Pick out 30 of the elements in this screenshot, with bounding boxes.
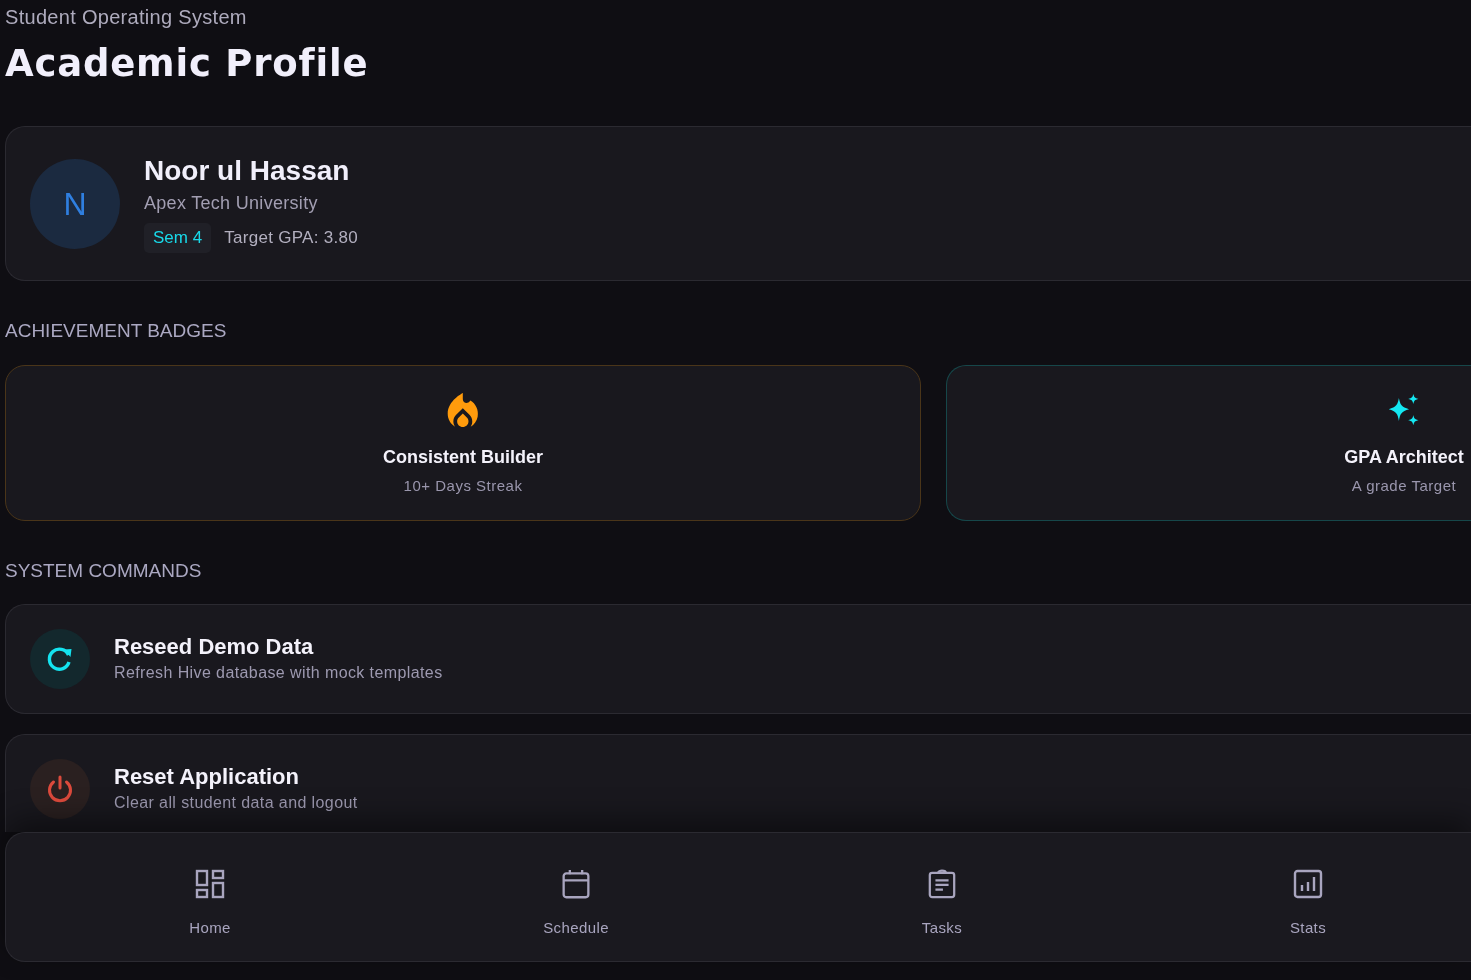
badge-description: A grade Target: [1351, 476, 1457, 496]
bar-chart-icon: [1293, 869, 1323, 899]
student-name: Noor ul Hassan: [144, 154, 351, 187]
badge-title: Consistent Builder: [383, 446, 543, 469]
command-title: Reset Application: [114, 764, 300, 790]
app-subtitle: Student Operating System: [5, 5, 248, 30]
avatar-circle: N: [30, 158, 120, 249]
calendar-icon: [561, 869, 591, 899]
section-heading: SYSTEM COMMANDS: [5, 559, 203, 583]
refresh-icon: [30, 629, 90, 689]
badge-description: 10+ Days Streak: [403, 476, 523, 496]
nav-tab[interactable]: Home: [183, 833, 237, 938]
dashboard-icon: [195, 869, 225, 899]
command-title: Reseed Demo Data: [114, 634, 315, 660]
university-name: Apex Tech University: [144, 191, 319, 215]
nav-tab[interactable]: Tasks: [915, 833, 969, 938]
flame-icon: [446, 393, 480, 427]
badge-title: GPA Architect: [1344, 446, 1464, 469]
section-heading: ACHIEVEMENT BADGES: [5, 319, 228, 343]
power-icon: [30, 759, 90, 819]
nav-tab[interactable]: Schedule: [537, 833, 615, 938]
page-title: Academic Profile: [5, 41, 370, 87]
command-card[interactable]: Reseed Demo Data Refresh Hive database with mock templates: [5, 604, 1471, 714]
semester-tag: Sem 4: [144, 222, 212, 253]
command-card[interactable]: Reset Application Clear all student data and logout: [5, 734, 1471, 832]
command-description: Clear all student data and logout: [114, 793, 358, 813]
target-gpa-text: Target GPA: 3.80: [224, 226, 359, 249]
nav-tab[interactable]: Stats: [1283, 833, 1333, 938]
command-description: Refresh Hive database with mock templates: [114, 663, 443, 683]
clipboard-icon: [927, 869, 957, 899]
